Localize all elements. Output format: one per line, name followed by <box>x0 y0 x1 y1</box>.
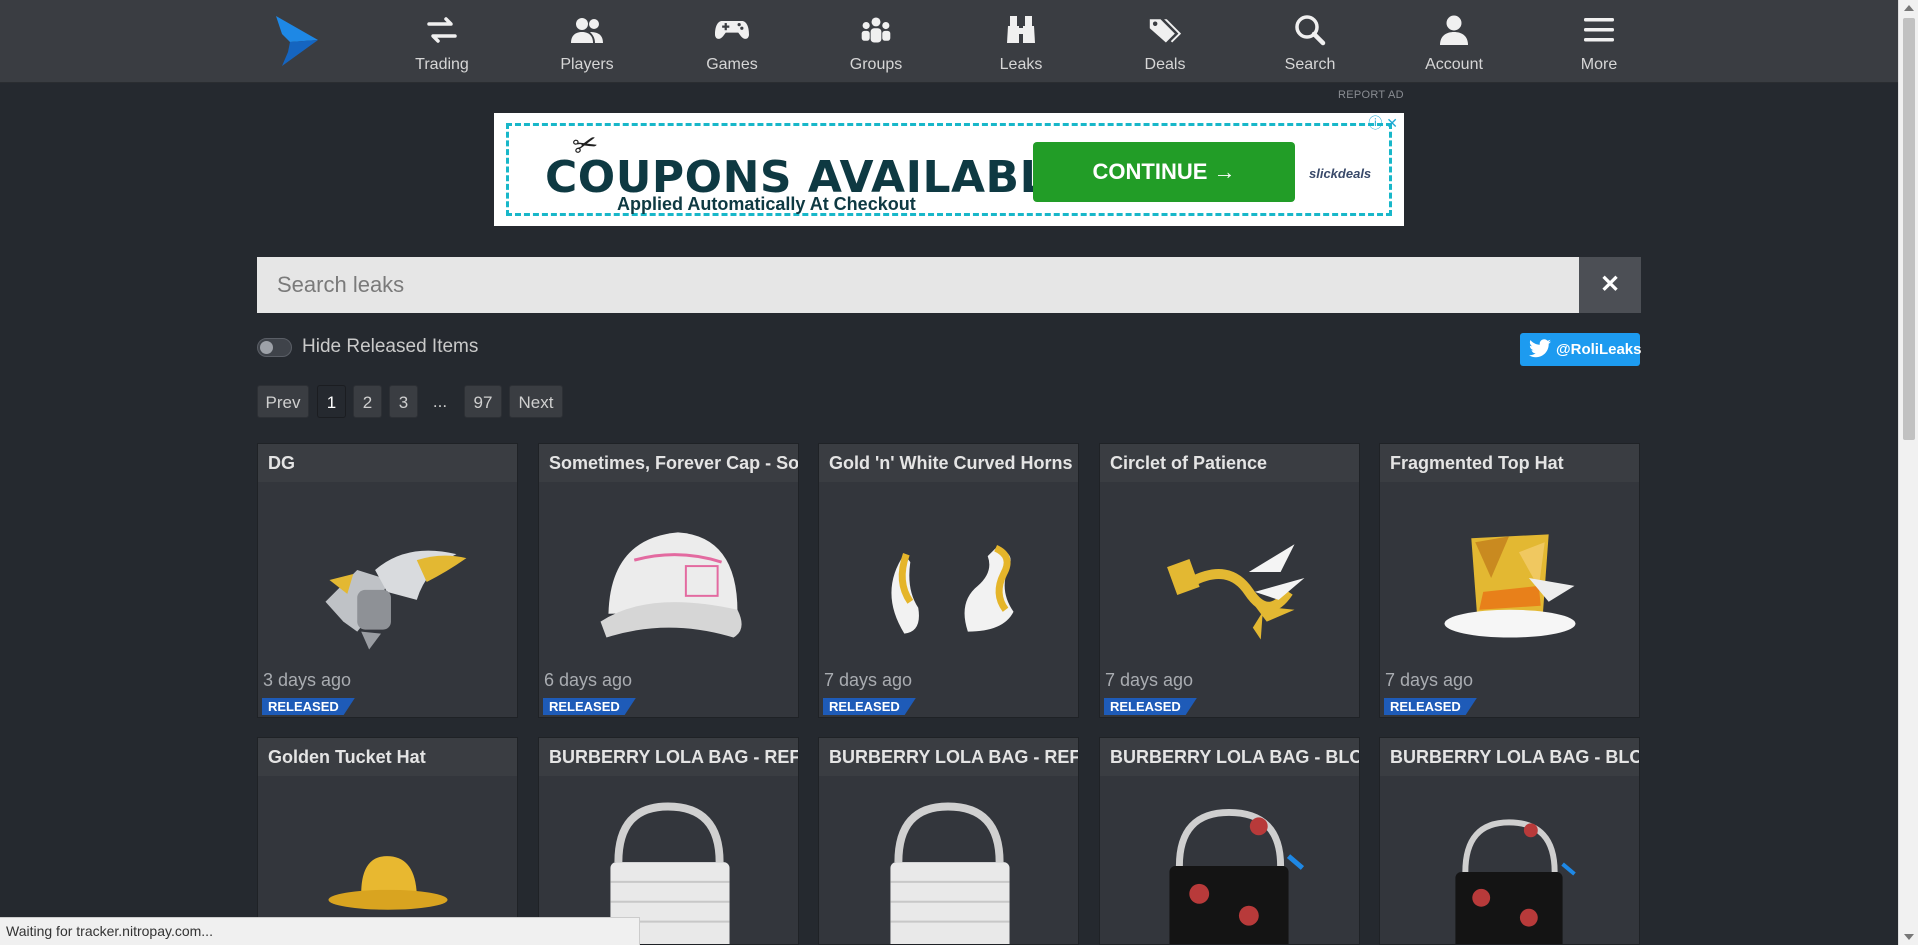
item-card-burberry-lola-bag-3[interactable]: BURBERRY LOLA BAG - BLO... <box>1099 737 1360 945</box>
page-1-button[interactable]: 1 <box>317 385 346 418</box>
pagination-ellipsis: ... <box>432 392 448 411</box>
arrows-exchange-icon <box>427 17 457 43</box>
released-badge: RELEASED <box>543 698 636 715</box>
nav-search[interactable]: Search <box>1250 10 1370 76</box>
nav-deals[interactable]: Deals <box>1105 10 1225 76</box>
item-title: BURBERRY LOLA BAG - REFL... <box>539 738 798 776</box>
user-icon <box>1440 15 1468 45</box>
item-title: Gold 'n' White Curved Horns <box>819 444 1078 482</box>
menu-icon <box>1584 18 1614 42</box>
binoculars-icon <box>1007 16 1035 43</box>
released-badge: RELEASED <box>1384 698 1477 715</box>
item-title: Fragmented Top Hat <box>1380 444 1639 482</box>
twitter-follow-button[interactable]: @RoliLeaks <box>1520 333 1642 366</box>
nav-players[interactable]: Players <box>527 10 647 76</box>
item-card-dg[interactable]: DG 3 days ago RELEASED <box>257 443 518 718</box>
item-card-fragmented-top-hat[interactable]: Fragmented Top Hat 7 days ago RELEASED <box>1379 443 1640 718</box>
nav-groups[interactable]: Groups <box>816 10 936 76</box>
nav-games-label: Games <box>706 56 758 73</box>
item-title: DG <box>258 444 517 482</box>
item-title: BURBERRY LOLA BAG - BLO... <box>1100 738 1359 776</box>
tags-icon <box>1149 19 1182 43</box>
nav-leaks-label: Leaks <box>999 56 1043 73</box>
scroll-down-arrow-icon[interactable] <box>1904 934 1914 940</box>
hide-released-toggle[interactable] <box>257 338 292 357</box>
ad-border: ✂ COUPONS AVAILABLE Applied Automaticall… <box>506 123 1392 216</box>
browser-status-bar: Waiting for tracker.nitropay.com... <box>0 917 640 945</box>
nav-trading[interactable]: Trading <box>382 10 502 76</box>
ad-brand-logo: slickdeals <box>1309 166 1372 181</box>
gamepad-icon <box>715 21 749 39</box>
ad-continue-button[interactable]: CONTINUE → <box>1033 142 1295 202</box>
nav-trading-label: Trading <box>415 56 469 73</box>
scroll-thumb[interactable] <box>1903 18 1915 440</box>
hide-released-label: Hide Released Items <box>302 336 479 357</box>
nav-leaks[interactable]: Leaks <box>961 10 1081 76</box>
nav-games[interactable]: Games <box>672 10 792 76</box>
ad-close-icon[interactable]: ⓘ ✕ <box>1368 113 1398 133</box>
item-thumbnail <box>325 550 467 650</box>
top-navigation: Trading Players Games Groups Leaks Deals… <box>0 0 1898 83</box>
rolimons-logo[interactable] <box>272 12 322 70</box>
item-card-forever-cap[interactable]: Sometimes, Forever Cap - So... 6 days ag… <box>538 443 799 718</box>
prev-page-button[interactable]: Prev <box>257 385 309 418</box>
users-icon <box>571 18 603 43</box>
search-input[interactable] <box>257 257 1579 313</box>
item-card-burberry-lola-bag-4[interactable]: BURBERRY LOLA BAG - BLO... <box>1379 737 1640 945</box>
item-title: Circlet of Patience <box>1100 444 1359 482</box>
released-badge: RELEASED <box>823 698 916 715</box>
released-badge: RELEASED <box>1104 698 1197 715</box>
item-thumbnail <box>1444 534 1576 638</box>
item-card-circlet-of-patience[interactable]: Circlet of Patience 7 days ago RELEASED <box>1099 443 1360 718</box>
group-icon <box>861 17 891 43</box>
item-title: BURBERRY LOLA BAG - REFL... <box>819 738 1078 776</box>
search-icon <box>1295 15 1326 46</box>
item-date: 3 days ago <box>263 670 352 690</box>
nav-more-label: More <box>1580 56 1618 73</box>
item-date: 7 days ago <box>1105 670 1194 690</box>
twitter-bird-icon <box>1529 339 1551 358</box>
page-scrollbar[interactable] <box>1898 0 1918 945</box>
page-97-button[interactable]: 97 <box>464 385 502 418</box>
item-card-burberry-lola-bag-1[interactable]: BURBERRY LOLA BAG - REFL... <box>538 737 799 945</box>
nav-search-label: Search <box>1284 56 1336 73</box>
nav-account[interactable]: Account <box>1394 10 1514 76</box>
item-thumbnail <box>1455 819 1576 944</box>
logo-mark-icon <box>276 16 318 66</box>
item-date: 7 days ago <box>824 670 913 690</box>
item-thumbnail <box>891 545 1014 634</box>
item-title: BURBERRY LOLA BAG - BLO... <box>1380 738 1639 776</box>
scroll-up-arrow-icon[interactable] <box>1904 5 1914 11</box>
item-card-burberry-lola-bag-2[interactable]: BURBERRY LOLA BAG - REFL... <box>818 737 1079 945</box>
page-3-button[interactable]: 3 <box>389 385 418 418</box>
ad-banner[interactable]: ✂ COUPONS AVAILABLE Applied Automaticall… <box>494 113 1404 226</box>
released-badge: RELEASED <box>262 698 355 715</box>
page-2-button[interactable]: 2 <box>353 385 382 418</box>
search-bar: ✕ <box>257 257 1641 313</box>
item-thumbnail <box>600 532 742 638</box>
report-ad-link[interactable]: REPORT AD <box>1338 89 1404 101</box>
nav-more[interactable]: More <box>1539 10 1659 76</box>
nav-deals-label: Deals <box>1144 56 1186 73</box>
twitter-handle: @RoliLeaks <box>1556 341 1642 358</box>
item-title: Golden Tucket Hat <box>258 738 517 776</box>
item-date: 6 days ago <box>544 670 633 690</box>
nav-groups-label: Groups <box>849 56 903 73</box>
next-page-button[interactable]: Next <box>509 385 563 418</box>
item-card-golden-tucket-hat[interactable]: Golden Tucket Hat <box>257 737 518 945</box>
item-thumbnail <box>1169 808 1305 944</box>
item-card-curved-horns[interactable]: Gold 'n' White Curved Horns 7 days ago R… <box>818 443 1079 718</box>
nav-account-label: Account <box>1425 56 1483 73</box>
ad-subline: Applied Automatically At Checkout <box>617 194 916 214</box>
search-clear-button[interactable]: ✕ <box>1579 257 1641 313</box>
nav-players-label: Players <box>560 56 614 73</box>
item-thumbnail <box>890 802 1010 944</box>
item-title: Sometimes, Forever Cap - So... <box>539 444 798 482</box>
item-thumbnail <box>1167 544 1305 640</box>
item-date: 7 days ago <box>1385 670 1474 690</box>
